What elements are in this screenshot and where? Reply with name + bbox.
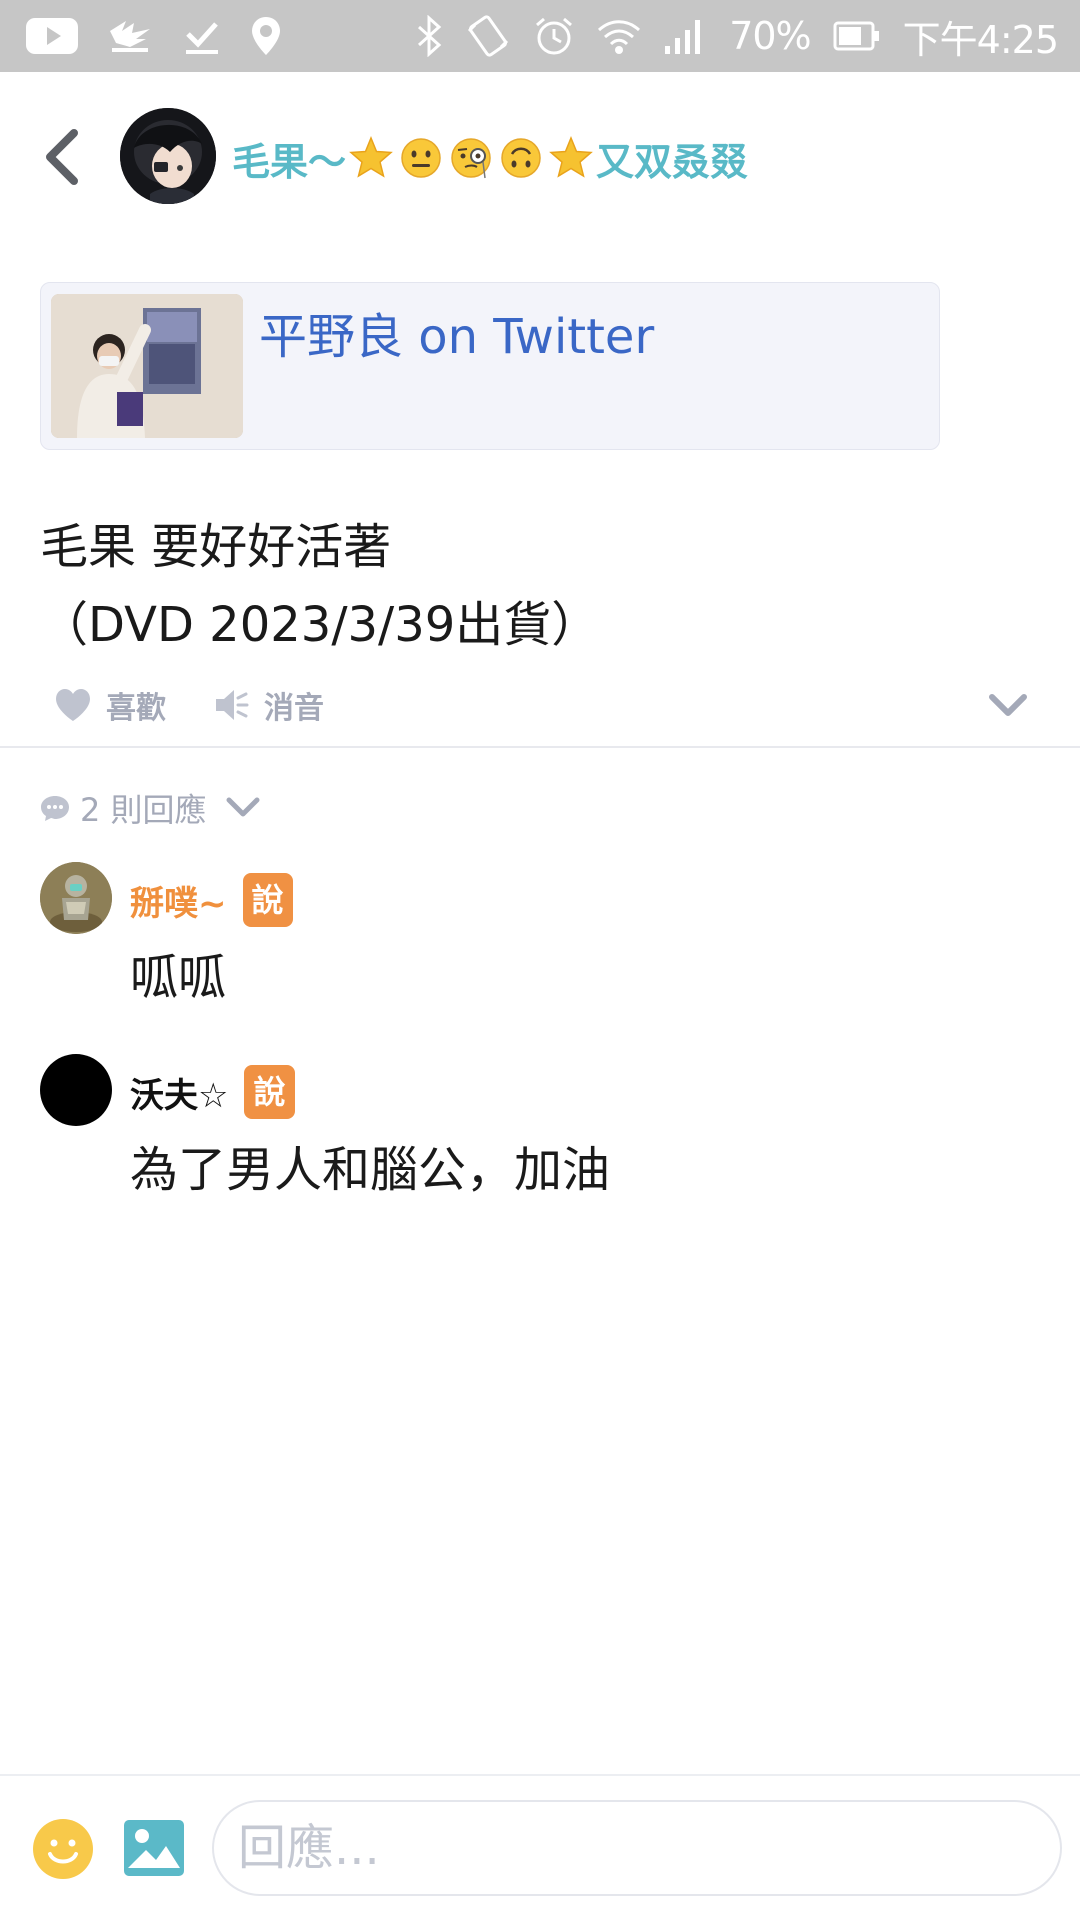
- chevron-down-icon: [226, 797, 260, 817]
- comment-head: 掰噗~ 說: [130, 872, 293, 928]
- link-title: 平野良 on Twitter: [259, 309, 655, 365]
- comment-text: 為了男人和腦公，加油: [130, 1142, 611, 1198]
- comment-text: 呱呱: [130, 950, 227, 1006]
- capital-app-icon: [106, 17, 154, 55]
- location-icon: [250, 15, 282, 57]
- like-label: 喜歡: [106, 691, 166, 726]
- comment-item: 沃夫☆ 說 為了男人和腦公，加油: [40, 1054, 1040, 1198]
- star-emoji-icon: [549, 136, 593, 180]
- verb-badge: 說: [244, 1065, 295, 1119]
- author-avatar[interactable]: [120, 108, 216, 204]
- link-thumbnail: [51, 294, 243, 438]
- alarm-icon: [533, 15, 575, 57]
- post-header: 毛果～ 又双叒叕: [0, 72, 1080, 242]
- monocle-face-emoji-icon: [449, 136, 493, 180]
- status-bar-left: [26, 12, 282, 60]
- post-options-button[interactable]: [986, 684, 1030, 728]
- comment-head: 沃夫☆ 說: [130, 1064, 295, 1120]
- bluetooth-icon: [415, 15, 443, 57]
- vibrate-icon: [465, 13, 511, 59]
- emoji-button[interactable]: [32, 1818, 94, 1880]
- post-line-1: 毛果 要好好活著: [40, 519, 392, 575]
- post-content: 毛果 要好好活著 （DVD 2023/3/39出貨）: [40, 508, 1020, 664]
- speaker-mute-icon: [216, 690, 249, 720]
- status-bar-right: 70% 下午4:25: [415, 12, 1059, 62]
- battery-percent: 70%: [729, 14, 811, 58]
- comment-item: 掰噗~ 說 呱呱: [40, 862, 1040, 1006]
- divider: [0, 746, 1080, 748]
- replies-count: 2 則回應: [80, 791, 207, 829]
- heart-icon: [56, 689, 90, 721]
- verb-badge: 說: [242, 873, 293, 927]
- smiley-icon: [33, 1819, 93, 1879]
- battery-icon: [833, 20, 881, 52]
- upside-down-face-emoji-icon: [499, 136, 543, 180]
- post-actions: 喜歡 消音: [54, 678, 324, 732]
- image-button[interactable]: [122, 1818, 186, 1878]
- speech-bubble-icon: [41, 796, 69, 821]
- youtube-icon: [26, 18, 78, 54]
- author-name-suffix: 又双叒叕: [596, 139, 749, 184]
- status-time: 下午4:25: [902, 17, 1059, 62]
- wifi-icon: [597, 16, 641, 56]
- neutral-face-emoji-icon: [399, 136, 443, 180]
- chevron-left-icon: [46, 129, 78, 185]
- reply-input[interactable]: [212, 1800, 1062, 1896]
- like-button[interactable]: 喜歡: [54, 683, 166, 727]
- author-name-prefix: 毛果～: [232, 139, 347, 184]
- star-emoji-icon: [349, 136, 393, 180]
- download-done-icon: [182, 16, 222, 56]
- post-line-2: （DVD 2023/3/39出貨）: [40, 597, 600, 653]
- comment-avatar[interactable]: [40, 1054, 112, 1126]
- image-icon: [124, 1820, 184, 1876]
- signal-icon: [663, 16, 707, 56]
- author-name[interactable]: 毛果～ 又双叒叕: [232, 130, 748, 186]
- chevron-down-icon: [989, 694, 1027, 716]
- status-bar: 70% 下午4:25: [0, 0, 1080, 72]
- comment-avatar[interactable]: [40, 862, 112, 934]
- link-preview-card[interactable]: 平野良 on Twitter: [40, 282, 940, 450]
- composer-divider: [0, 1774, 1080, 1776]
- back-button[interactable]: [34, 122, 90, 192]
- replies-toggle[interactable]: 2 則回應: [40, 786, 261, 830]
- comment-author[interactable]: 掰噗~: [130, 876, 227, 925]
- comment-author[interactable]: 沃夫☆: [130, 1068, 228, 1117]
- mute-label: 消音: [264, 691, 324, 726]
- mute-button[interactable]: 消音: [214, 683, 324, 727]
